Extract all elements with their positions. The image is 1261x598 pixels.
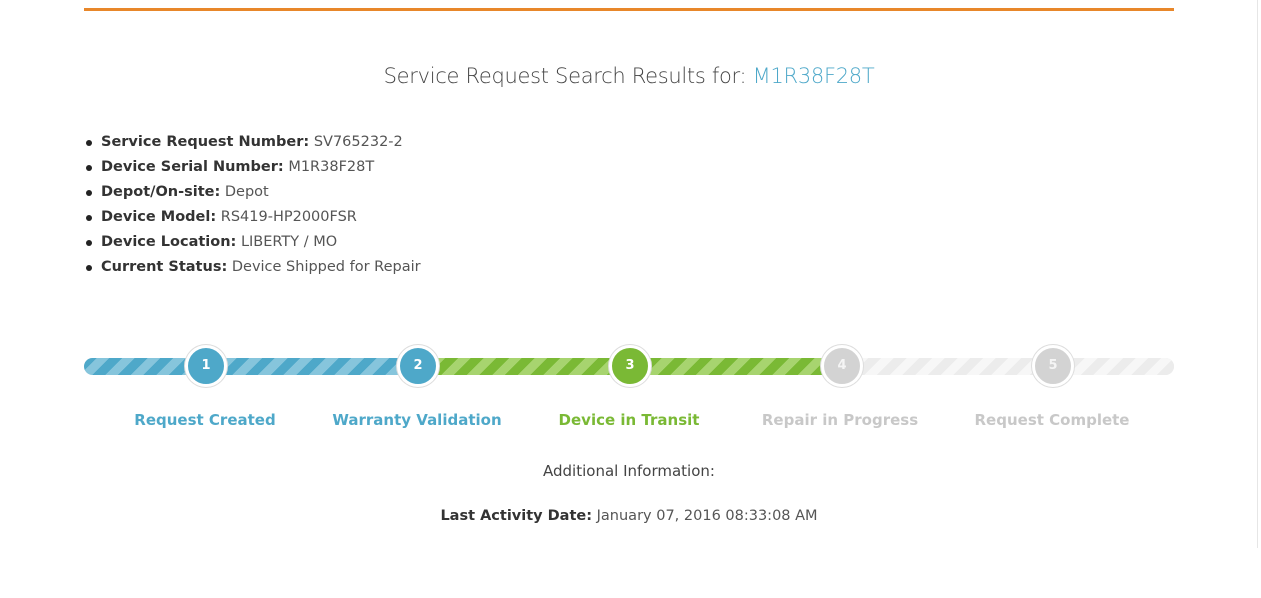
detail-value: M1R38F28T (288, 159, 375, 175)
step-1-marker: 1 (185, 345, 227, 387)
detail-service-request-number: Service Request Number: SV765232-2 (86, 131, 421, 156)
detail-value: SV765232-2 (313, 134, 403, 150)
step-5-label: Request Complete (974, 411, 1130, 429)
searched-serial-number: M1R38F28T (752, 64, 875, 88)
step-2-label: Warranty Validation (332, 411, 502, 429)
step-3-label: Device in Transit (558, 411, 700, 429)
page-title-prefix: Service Request Search Results for: (383, 64, 747, 88)
detail-label: Device Location: (101, 234, 237, 250)
detail-value: RS419-HP2000FSR (220, 209, 357, 225)
step-4-label: Repair in Progress (761, 411, 919, 429)
detail-device-location: Device Location: LIBERTY / MO (86, 231, 421, 256)
service-request-details-list: Service Request Number: SV765232-2 Devic… (86, 131, 421, 281)
step-3-marker: 3 (609, 345, 651, 387)
detail-device-serial-number: Device Serial Number: M1R38F28T (86, 156, 421, 181)
detail-depot-onsite: Depot/On-site: Depot (86, 181, 421, 206)
last-activity-value: January 07, 2016 08:33:08 AM (596, 508, 818, 524)
detail-label: Service Request Number: (101, 134, 310, 150)
detail-label: Current Status: (101, 259, 228, 275)
step-1-label: Request Created (134, 411, 276, 429)
page-title: Service Request Search Results for: M1R3… (0, 64, 1258, 88)
detail-label: Device Serial Number: (101, 159, 284, 175)
detail-current-status: Current Status: Device Shipped for Repai… (86, 256, 421, 281)
detail-label: Device Model: (101, 209, 217, 225)
additional-information-heading: Additional Information: (543, 462, 715, 480)
step-2-marker: 2 (397, 345, 439, 387)
step-5-marker: 5 (1032, 345, 1074, 387)
detail-value: LIBERTY / MO (240, 234, 338, 250)
detail-label: Depot/On-site: (101, 184, 221, 200)
progress-segment-remaining (843, 358, 1174, 375)
progress-segment-completed (84, 358, 420, 375)
last-activity-label: Last Activity Date: (440, 508, 593, 524)
step-4-marker: 4 (821, 345, 863, 387)
detail-value: Depot (224, 184, 269, 200)
top-accent-rule (84, 8, 1174, 11)
detail-device-model: Device Model: RS419-HP2000FSR (86, 206, 421, 231)
last-activity-date: Last Activity Date: January 07, 2016 08:… (0, 508, 1258, 524)
detail-value: Device Shipped for Repair (231, 259, 421, 275)
